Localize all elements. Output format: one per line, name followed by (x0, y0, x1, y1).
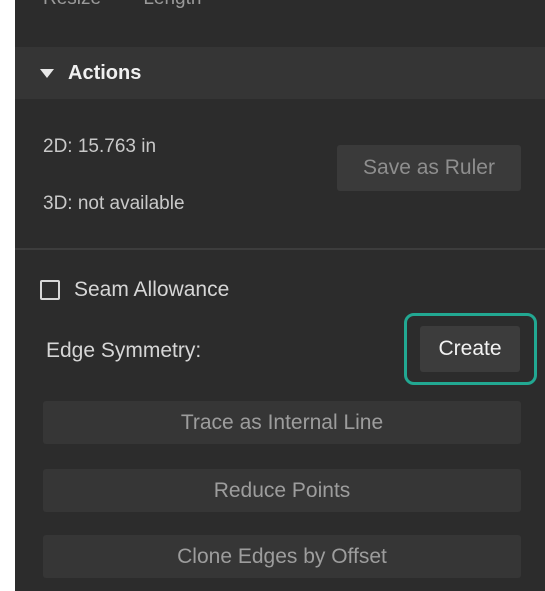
seam-allowance-label[interactable]: Seam Allowance (74, 278, 229, 302)
actions-section-header[interactable]: Actions (15, 47, 545, 99)
section-divider (15, 248, 545, 250)
partial-top-row: Resize Length (43, 0, 201, 10)
properties-panel: Resize Length Actions 2D: 15.763 in 3D: … (15, 0, 545, 591)
collapse-triangle-icon[interactable] (40, 68, 54, 78)
save-as-ruler-button[interactable]: Save as Ruler (337, 145, 521, 191)
seam-allowance-row[interactable]: Seam Allowance (40, 278, 229, 302)
edge-symmetry-label: Edge Symmetry: (46, 339, 202, 362)
create-button[interactable]: Create (420, 326, 520, 372)
seam-allowance-checkbox[interactable] (40, 280, 60, 300)
actions-title: Actions (68, 61, 142, 84)
trace-internal-line-button[interactable]: Trace as Internal Line (43, 401, 521, 444)
measure-3d: 3D: not available (43, 193, 185, 214)
length-label: Length (143, 0, 201, 9)
measure-2d: 2D: 15.763 in (43, 136, 157, 157)
clone-edges-offset-button[interactable]: Clone Edges by Offset (43, 535, 521, 578)
reduce-points-button[interactable]: Reduce Points (43, 469, 521, 512)
resize-label: Resize (43, 0, 101, 9)
